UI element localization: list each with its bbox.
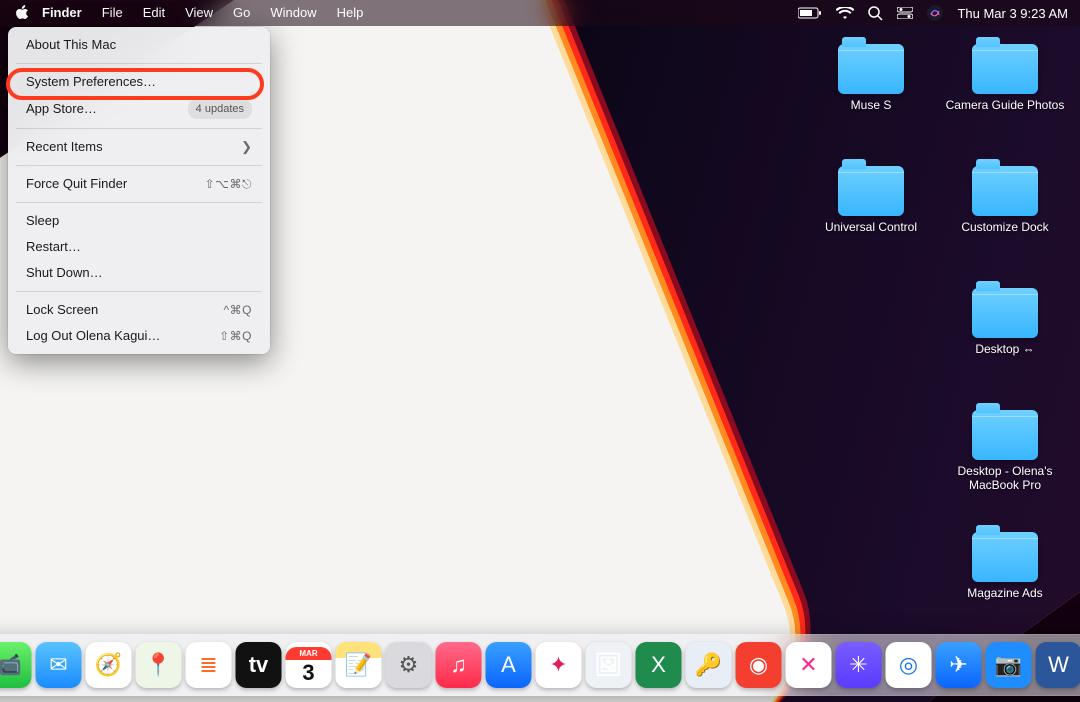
dock-app-safari[interactable]: 🧭 [86, 642, 132, 688]
dock-app-onepassword[interactable]: 🔑 [686, 642, 732, 688]
desktop-folder[interactable]: Camera Guide Photos [942, 44, 1068, 162]
dock-app-loom[interactable]: ✳ [836, 642, 882, 688]
folder-icon [972, 532, 1038, 582]
dock-app-cleanmymac[interactable]: ✕ [786, 642, 832, 688]
menuitem-about-this-mac[interactable]: About This Mac [8, 32, 270, 58]
folder-icon [972, 44, 1038, 94]
apple-logo-icon [15, 5, 29, 21]
menu-file[interactable]: File [92, 0, 133, 26]
menuitem-log-out[interactable]: Log Out Olena Kagui…⇧⌘Q [8, 323, 270, 349]
menuitem-restart[interactable]: Restart… [8, 234, 270, 260]
dock-app-facetime[interactable]: 📹 [0, 642, 32, 688]
calendar-day: 3 [302, 660, 314, 684]
battery-icon[interactable] [798, 7, 822, 19]
appstore-updates-badge: 4 updates [188, 99, 252, 119]
shortcut-label: ^⌘Q [224, 301, 252, 319]
dock-app-slack[interactable]: ✦ [536, 642, 582, 688]
folder-icon [838, 166, 904, 216]
menuitem-system-preferences[interactable]: System Preferences… [8, 69, 270, 95]
menuitem-sleep[interactable]: Sleep [8, 208, 270, 234]
dock-app-notes[interactable]: 📝 [336, 642, 382, 688]
dock-app-maps[interactable]: 📍 [136, 642, 182, 688]
dock-app-appstore[interactable]: A [486, 642, 532, 688]
dock-app-preview[interactable]: 🖼 [586, 642, 632, 688]
desktop-folder[interactable]: Muse S [808, 44, 934, 162]
menu-separator [16, 291, 262, 292]
menu-separator [16, 165, 262, 166]
menuitem-shut-down[interactable]: Shut Down… [8, 260, 270, 286]
menubar-clock[interactable]: Thu Mar 3 9:23 AM [957, 6, 1068, 21]
dock-app-systemprefs[interactable]: ⚙ [386, 642, 432, 688]
dock-app-appletv[interactable]: tv [236, 642, 282, 688]
dock-app-word[interactable]: W [1036, 642, 1080, 688]
menu-separator [16, 63, 262, 64]
menuitem-recent-items[interactable]: Recent Items❯ [8, 134, 270, 160]
folder-icon [838, 44, 904, 94]
folder-icon [972, 166, 1038, 216]
dock-app-calendar[interactable]: MAR3 [286, 642, 332, 688]
menubar-app-name[interactable]: Finder [32, 0, 92, 26]
chevron-right-icon: ❯ [241, 138, 252, 156]
desktop-folder[interactable]: Customize Dock [942, 166, 1068, 284]
dock-app-spark[interactable]: ✈ [936, 642, 982, 688]
menu-view[interactable]: View [175, 0, 223, 26]
dock-app-excel[interactable]: X [636, 642, 682, 688]
apple-menu-button[interactable] [12, 5, 32, 21]
menu-window[interactable]: Window [260, 0, 326, 26]
calendar-month: MAR [286, 647, 332, 660]
dock-app-reminders[interactable]: ≣ [186, 642, 232, 688]
dock: ☺❖💬✿📹✉🧭📍≣tvMAR3📝⚙♫A✦🖼X🔑◉✕✳◎✈📷WAa📁📁 [0, 634, 1080, 696]
menuitem-app-store[interactable]: App Store…4 updates [8, 95, 270, 123]
shortcut-label: ⇧⌘Q [219, 327, 252, 345]
dock-app-pocketcasts[interactable]: ◉ [736, 642, 782, 688]
menu-go[interactable]: Go [223, 0, 260, 26]
dock-app-music[interactable]: ♫ [436, 642, 482, 688]
desktop-folder[interactable]: Desktop - Olena's MacBook Pro [942, 410, 1068, 528]
folder-icon [972, 410, 1038, 460]
menubar: Finder File Edit View Go Window Help Thu… [0, 0, 1080, 26]
apple-menu-dropdown: About This Mac System Preferences… App S… [8, 27, 270, 354]
dock-app-zoom[interactable]: 📷 [986, 642, 1032, 688]
desktop-icon-grid: Muse S Camera Guide Photos Universal Con… [808, 44, 1068, 612]
dock-app-chrome[interactable]: ◎ [886, 642, 932, 688]
control-center-icon[interactable] [897, 7, 913, 19]
shortcut-label: ⇧⌥⌘⎋ [205, 175, 252, 193]
menu-separator [16, 202, 262, 203]
folder-icon [972, 288, 1038, 338]
menu-help[interactable]: Help [327, 0, 374, 26]
menuitem-lock-screen[interactable]: Lock Screen^⌘Q [8, 297, 270, 323]
menuitem-force-quit[interactable]: Force Quit Finder⇧⌥⌘⎋ [8, 171, 270, 197]
desktop-folder[interactable]: Universal Control [808, 166, 934, 284]
wifi-icon[interactable] [836, 7, 854, 20]
desktop-folder[interactable]: Desktop ⇔ [942, 288, 1068, 406]
spotlight-icon[interactable] [868, 6, 883, 21]
desktop-folder[interactable]: Magazine Ads [942, 532, 1068, 650]
menu-separator [16, 128, 262, 129]
menu-edit[interactable]: Edit [133, 0, 175, 26]
siri-icon[interactable] [927, 5, 943, 21]
dock-app-mail[interactable]: ✉ [36, 642, 82, 688]
